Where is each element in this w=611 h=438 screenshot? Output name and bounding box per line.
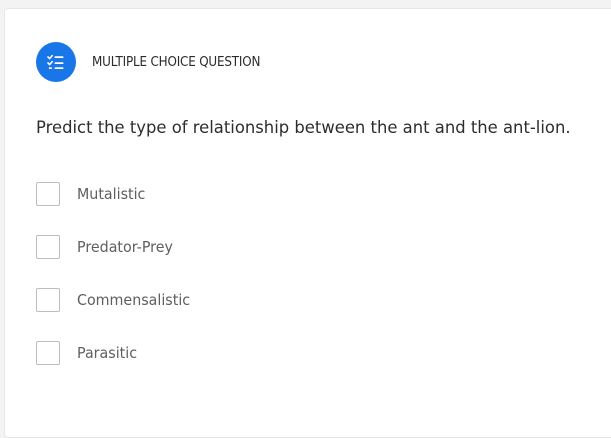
question-card: MULTIPLE CHOICE QUESTION Predict the typ…: [4, 8, 611, 438]
option-checkbox[interactable]: [36, 288, 60, 312]
question-type-label: MULTIPLE CHOICE QUESTION: [92, 54, 261, 70]
answer-options: Mutalistic Predator-Prey Commensalistic …: [36, 181, 196, 393]
option-checkbox[interactable]: [36, 341, 60, 365]
question-text: Predict the type of relationship between…: [36, 118, 571, 138]
option-commensalistic[interactable]: Commensalistic: [36, 287, 196, 313]
option-label: Mutalistic: [77, 185, 146, 203]
question-header: MULTIPLE CHOICE QUESTION: [36, 42, 275, 82]
option-checkbox[interactable]: [36, 182, 60, 206]
option-checkbox[interactable]: [36, 235, 60, 259]
option-parasitic[interactable]: Parasitic: [36, 340, 196, 366]
option-label: Commensalistic: [77, 291, 191, 309]
option-predator-prey[interactable]: Predator-Prey: [36, 234, 196, 260]
checklist-icon: [47, 54, 64, 69]
option-label: Parasitic: [77, 344, 138, 362]
option-mutalistic[interactable]: Mutalistic: [36, 181, 196, 207]
option-label: Predator-Prey: [77, 238, 173, 256]
question-type-badge: [36, 42, 76, 82]
